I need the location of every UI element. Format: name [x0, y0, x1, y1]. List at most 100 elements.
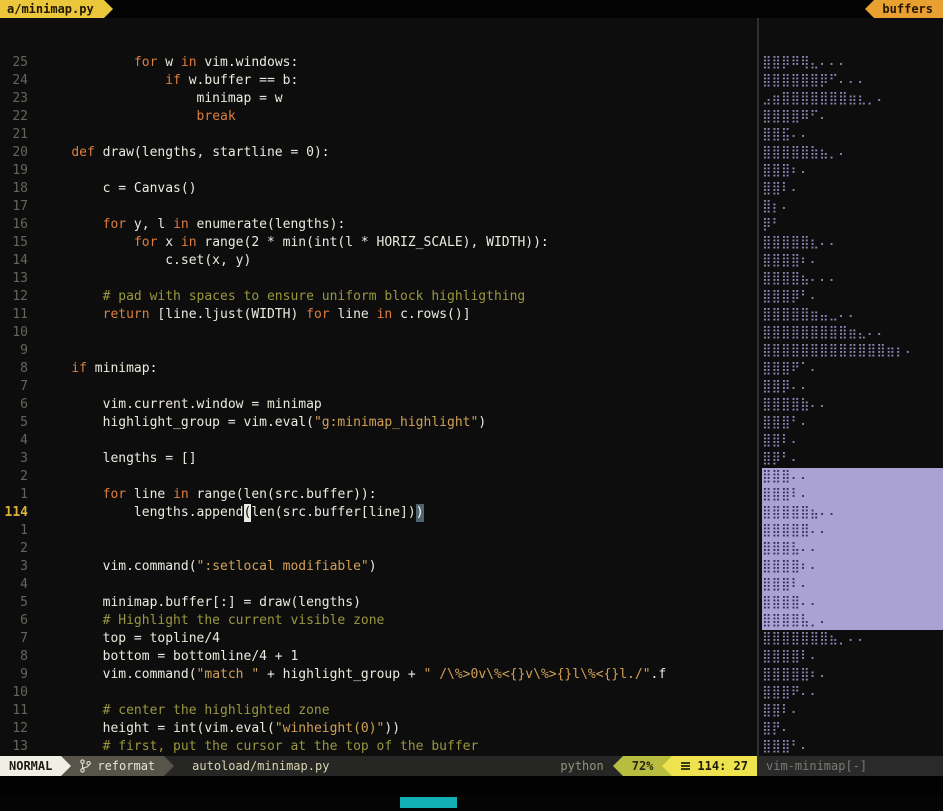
minimap-row[interactable]: ⣿⣿⠇⠄	[762, 702, 943, 720]
code-line[interactable]: 7 top = topline/4	[0, 630, 757, 648]
command-line[interactable]	[0, 776, 943, 794]
minimap-row[interactable]: ⣿⡿⠃⠄	[762, 450, 943, 468]
minimap-row[interactable]: ⣿⣿⣿⣿⠿⠋⠄	[762, 108, 943, 126]
code-line[interactable]: 7	[0, 378, 757, 396]
minimap-row[interactable]: ⣿⡟⠄	[762, 720, 943, 738]
code-line[interactable]: 2	[0, 540, 757, 558]
minimap-viewport-row[interactable]: ⣿⣿⣿⠇⠄	[762, 486, 943, 504]
code-text: height = int(vim.eval(	[40, 720, 275, 738]
code-text: "winheight(0)"	[275, 720, 385, 738]
minimap-viewport-row[interactable]: ⣿⣿⣿⣧⠄⠄	[762, 540, 943, 558]
minimap-row[interactable]: ⣿⣿⣿⠆⠄	[762, 162, 943, 180]
minimap-row[interactable]: ⣿⣿⣯⠄⠄	[762, 126, 943, 144]
minimap-viewport-row[interactable]: ⣿⣿⣿⣿⠄⠄	[762, 594, 943, 612]
minimap-row[interactable]: ⣿⡆⠄	[762, 198, 943, 216]
minimap-row[interactable]: ⣿⣿⣿⣿⣿⣷⣦⡀⠄	[762, 144, 943, 162]
code-line[interactable]: 11 # center the highlighted zone	[0, 702, 757, 720]
tmux-active-window-segment[interactable]	[400, 797, 457, 808]
line-number: 23	[0, 90, 28, 108]
code-line[interactable]: 24 if w.buffer == b:	[0, 72, 757, 90]
code-line[interactable]: 17	[0, 198, 757, 216]
code-text: lengths.append	[40, 504, 244, 522]
code-line[interactable]: 2	[0, 468, 757, 486]
minimap-statusline[interactable]: vim-minimap[-]	[757, 756, 943, 776]
code-line[interactable]: 5 minimap.buffer[:] = draw(lengths)	[0, 594, 757, 612]
minimap-viewport-row[interactable]: ⣿⣿⣿⠄⠄	[762, 468, 943, 486]
minimap-row[interactable]: ⣿⣿⣿⣿⣷⠄⠄	[762, 396, 943, 414]
minimap-row[interactable]: ⣿⣿⣿⠃⠄	[762, 414, 943, 432]
minimap-row[interactable]: ⣿⣿⣿⣿⣿⣿⣿⣦⡀⠄⠄	[762, 630, 943, 648]
minimap-viewport-row[interactable]: ⣿⣿⣿⣿⣿⠄⠄	[762, 522, 943, 540]
statusline[interactable]: NORMAL reformat autoload/minimap.py pyth…	[0, 756, 943, 776]
minimap-row[interactable]: ⣠⣶⣿⣿⣿⣿⣿⣿⣿⣶⣆⡀⠄	[762, 90, 943, 108]
code-window[interactable]: 25 for w in vim.windows:24 if w.buffer =…	[0, 18, 757, 756]
code-line[interactable]: 13	[0, 270, 757, 288]
minimap-row[interactable]: ⣿⣿⣿⣿⣿⣿⡿⠋⠄⠄⠄	[762, 72, 943, 90]
code-line[interactable]: 22 break	[0, 108, 757, 126]
code-line[interactable]: 114 lengths.append(len(src.buffer[line])…	[0, 504, 757, 522]
code-line[interactable]: 9	[0, 342, 757, 360]
code-text: minimap:	[87, 360, 157, 378]
minimap-row[interactable]: ⡿⠃	[762, 216, 943, 234]
minimap-viewport-row[interactable]: ⣿⣿⣿⣿⣧⡀⠄	[762, 612, 943, 630]
minimap-row[interactable]: ⣿⣿⣿⣿⣿⣆⠄⠄	[762, 234, 943, 252]
code-line[interactable]: 15 for x in range(2 * min(int(l * HORIZ_…	[0, 234, 757, 252]
code-text: in	[377, 306, 393, 324]
minimap-viewport-row[interactable]: ⣿⣿⣿⣿⠆⠄	[762, 558, 943, 576]
line-number: 3	[0, 558, 28, 576]
code-line[interactable]: 6 vim.current.window = minimap	[0, 396, 757, 414]
code-line[interactable]: 13 # first, put the cursor at the top of…	[0, 738, 757, 756]
code-line[interactable]: 4	[0, 432, 757, 450]
code-line[interactable]: 8 bottom = bottomline/4 + 1	[0, 648, 757, 666]
code-line[interactable]: 9 vim.command("match " + highlight_group…	[0, 666, 757, 684]
code-text: vim.command(	[40, 666, 197, 684]
code-line[interactable]: 23 minimap = w	[0, 90, 757, 108]
minimap-row[interactable]: ⣿⣿⣿⠃⠄	[762, 738, 943, 756]
minimap-row[interactable]: ⣿⣿⣿⣿⣦⠄⠄⠄	[762, 270, 943, 288]
code-line[interactable]: 18 c = Canvas()	[0, 180, 757, 198]
code-text: "match "	[197, 666, 260, 684]
code-line[interactable]: 1 for line in range(len(src.buffer)):	[0, 486, 757, 504]
minimap-row[interactable]: ⣿⣿⣿⣿⠆⠄	[762, 252, 943, 270]
minimap-row[interactable]: ⣿⣿⡿⠿⢿⣄⠄⠄⠄	[762, 54, 943, 72]
code-line[interactable]: 16 for y, l in enumerate(lengths):	[0, 216, 757, 234]
code-line[interactable]: 25 for w in vim.windows:	[0, 54, 757, 72]
code-line[interactable]: 6 # Highlight the current visible zone	[0, 612, 757, 630]
code-text: top = topline/4	[40, 630, 220, 648]
code-line[interactable]: 10	[0, 324, 757, 342]
code-line[interactable]: 3 lengths = []	[0, 450, 757, 468]
code-text: range(len(src.buffer)):	[189, 486, 377, 504]
code-line[interactable]: 21	[0, 126, 757, 144]
code-line[interactable]: 14 c.set(x, y)	[0, 252, 757, 270]
code-line[interactable]: 4	[0, 576, 757, 594]
minimap-row[interactable]: ⣿⣿⣿⣿⣿⠆⠄	[762, 666, 943, 684]
minimap-row[interactable]: ⣿⣿⣿⠟⠁⠄	[762, 360, 943, 378]
code-line[interactable]: 12 height = int(vim.eval("winheight(0)")…	[0, 720, 757, 738]
code-line[interactable]: 12 # pad with spaces to ensure uniform b…	[0, 288, 757, 306]
code-line[interactable]: 10	[0, 684, 757, 702]
minimap-row[interactable]: ⣿⣿⣿⣿⣿⣶⣤⣀⠄⠄	[762, 306, 943, 324]
minimap-row[interactable]: ⣿⣿⣿⠟⠄⠄	[762, 684, 943, 702]
minimap-row[interactable]: ⣿⣿⠇⠄	[762, 432, 943, 450]
line-number: 20	[0, 144, 28, 162]
minimap-row[interactable]: ⣿⣿⡿⠄⠄	[762, 378, 943, 396]
code-text: enumerate(lengths):	[189, 216, 346, 234]
code-line[interactable]: 19	[0, 162, 757, 180]
code-line[interactable]: 8 if minimap:	[0, 360, 757, 378]
tab-current-file[interactable]: a/minimap.py	[0, 0, 104, 18]
line-number: 14	[0, 252, 28, 270]
minimap-row[interactable]: ⣿⣿⠇⠄	[762, 180, 943, 198]
code-line[interactable]: 11 return [line.ljust(WIDTH) for line in…	[0, 306, 757, 324]
code-line[interactable]: 5 highlight_group = vim.eval("g:minimap_…	[0, 414, 757, 432]
minimap-row[interactable]: ⣿⣿⣿⡿⠃⠄	[762, 288, 943, 306]
code-line[interactable]: 3 vim.command(":setlocal modifiable")	[0, 558, 757, 576]
minimap-viewport-row[interactable]: ⣿⣿⣿⣿⣿⣦⠄⠄	[762, 504, 943, 522]
buffers-label[interactable]: buffers	[874, 0, 943, 18]
code-line[interactable]: 20 def draw(lengths, startline = 0):	[0, 144, 757, 162]
minimap-row[interactable]: ⣿⣿⣿⣿⣿⣿⣿⣿⣿⣶⣄⠄⠄	[762, 324, 943, 342]
code-line[interactable]: 1	[0, 522, 757, 540]
minimap-row[interactable]: ⣿⣿⣿⣿⠇⠄	[762, 648, 943, 666]
minimap-row[interactable]: ⣿⣿⣿⣿⣿⣿⣿⣿⣿⣿⣿⣿⣿⣶⡆⠄	[762, 342, 943, 360]
minimap-window[interactable]: ⣿⣿⡿⠿⢿⣄⠄⠄⠄⣿⣿⣿⣿⣿⣿⡿⠋⠄⠄⠄⣠⣶⣿⣿⣿⣿⣿⣿⣿⣶⣆⡀⠄⣿⣿⣿⣿⠿⠋⠄…	[759, 18, 943, 756]
minimap-viewport-row[interactable]: ⣿⣿⣿⠇⠄	[762, 576, 943, 594]
